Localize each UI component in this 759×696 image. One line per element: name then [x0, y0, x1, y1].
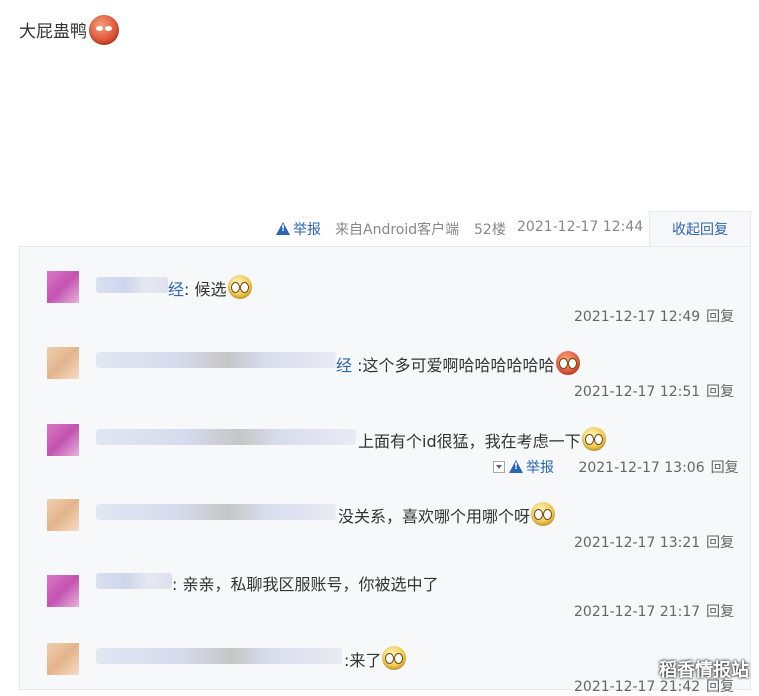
pleading-face-emoji-icon	[227, 275, 252, 299]
pleading-face-emoji-icon	[382, 646, 407, 670]
reply-time: 2021-12-17 12:49	[574, 309, 701, 325]
username-blurred[interactable]	[96, 504, 336, 520]
username-blurred[interactable]	[96, 648, 342, 664]
username-blurred[interactable]	[96, 352, 336, 368]
reply-time: 2021-12-17 13:06	[578, 460, 705, 476]
floor-number: 52楼	[474, 222, 506, 238]
reply-time: 2021-12-17 13:21	[574, 535, 701, 551]
username-blurred[interactable]	[96, 429, 356, 445]
avatar[interactable]	[47, 347, 79, 379]
reply-message: 没关系，喜欢哪个用哪个呀	[338, 507, 531, 526]
avatar[interactable]	[47, 499, 79, 531]
angry-face-emoji-icon	[555, 351, 580, 375]
reply-message: 上面有个id很猛，我在考虑一下	[358, 432, 581, 451]
post-source: 来自Android客户端	[335, 222, 460, 238]
reply-meta: 2021-12-17 21:17 回复	[574, 601, 734, 621]
avatar[interactable]	[47, 643, 79, 675]
report-link[interactable]: 举报	[276, 219, 321, 239]
avatar[interactable]	[47, 271, 79, 303]
warning-icon	[276, 222, 290, 235]
reply-meta: 2021-12-17 12:49 回复	[574, 306, 734, 326]
reply-button[interactable]: 回复	[706, 535, 734, 551]
collapse-replies-button[interactable]: 收起回复	[649, 211, 751, 247]
reply-meta: 2021-12-17 13:21 回复	[574, 532, 734, 552]
reply-button[interactable]: 回复	[711, 460, 739, 476]
reply-meta: 2021-12-17 12:51 回复	[574, 381, 734, 401]
reply-button[interactable]: 回复	[706, 384, 734, 400]
pleading-face-emoji-icon	[581, 427, 606, 451]
pleading-face-emoji-icon	[531, 502, 556, 526]
warning-icon	[509, 460, 523, 473]
post-text: 大屁蛊鸭	[19, 22, 87, 42]
avatar[interactable]	[47, 424, 79, 456]
report-link[interactable]: 举报	[509, 460, 554, 476]
reply-meta: 举报 2021-12-17 13:06 回复	[493, 457, 739, 477]
username-blurred[interactable]	[96, 573, 172, 589]
username-blurred[interactable]	[96, 277, 168, 293]
reply-message-row: 上面有个id很猛，我在考虑一下	[358, 427, 606, 452]
reply-message: 这个多可爱啊哈哈哈哈哈哈	[362, 356, 555, 375]
reply-time: 2021-12-17 21:17	[574, 604, 701, 620]
post-timestamp: 2021-12-17 12:44	[517, 219, 644, 235]
reply-message-row: :来了	[344, 646, 407, 671]
reply-button[interactable]: 回复	[706, 604, 734, 620]
dropdown-icon[interactable]	[493, 461, 505, 473]
reply-message: 候选	[194, 280, 227, 299]
post-text-row: 大屁蛊鸭	[19, 15, 119, 45]
reply-message-row: : 亲亲，私聊我区服账号，你被选中了	[172, 575, 439, 594]
reply-message: 亲亲，私聊我区服账号，你被选中了	[182, 575, 439, 594]
reply-message-row: 经: 候选	[168, 275, 252, 300]
watermark: 稻香情报站	[659, 660, 749, 681]
reply-time: 2021-12-17 12:51	[574, 384, 701, 400]
avatar[interactable]	[47, 575, 79, 607]
reply-message-row: 经 :这个多可爱啊哈哈哈哈哈哈	[336, 351, 580, 376]
reply-message: 来了	[349, 651, 382, 670]
angry-face-emoji-icon	[89, 15, 119, 45]
reply-message-row: 没关系，喜欢哪个用哪个呀	[338, 502, 556, 527]
reply-button[interactable]: 回复	[706, 309, 734, 325]
